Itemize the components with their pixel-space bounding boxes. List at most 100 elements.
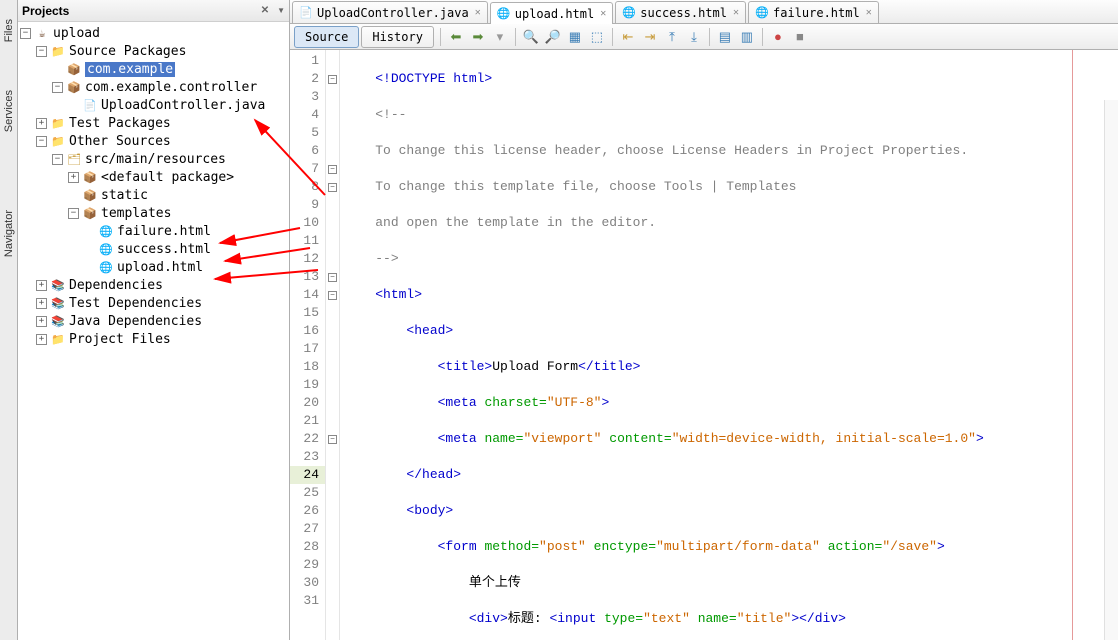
html-file-icon: 🌐 [497,7,511,21]
folder-icon: 📁 [50,133,66,149]
java-file-icon: 📄 [299,6,313,20]
tree-file-controller[interactable]: 📄UploadController.java [18,96,289,114]
collapse-icon[interactable]: − [52,154,63,165]
folder-icon: 🗂 [66,151,82,167]
uncomment-icon[interactable]: ▥ [736,26,758,48]
expand-icon[interactable]: + [36,298,47,309]
tree-java-dependencies[interactable]: +📚Java Dependencies [18,312,289,330]
tree-source-packages[interactable]: −📁Source Packages [18,42,289,60]
bookmark-prev-icon[interactable]: ⤒ [661,26,683,48]
collapse-icon[interactable]: − [36,136,47,147]
projects-panel: Projects ✕ ▼ −☕upload −📁Source Packages … [18,0,290,640]
close-icon[interactable]: ✕ [475,7,481,18]
error-stripe[interactable] [1104,100,1118,640]
tree-root[interactable]: −☕upload [18,24,289,42]
tree-static[interactable]: 📦static [18,186,289,204]
tab-success-html[interactable]: 🌐success.html✕ [615,1,746,23]
expand-icon[interactable]: + [36,280,47,291]
fold-toggle-icon[interactable]: − [328,291,337,300]
collapse-icon[interactable]: − [20,28,31,39]
html-file-icon: 🌐 [622,6,636,20]
collapse-icon[interactable]: − [52,82,63,93]
select-block-icon[interactable]: ⬚ [586,26,608,48]
html-file-icon: 🌐 [755,6,769,20]
tab-failure-html[interactable]: 🌐failure.html✕ [748,1,879,23]
close-icon[interactable]: ✕ [866,7,872,18]
tree-default-pkg[interactable]: +📦<default package> [18,168,289,186]
close-icon[interactable]: ✕ [733,7,739,18]
tree-test-dependencies[interactable]: +📚Test Dependencies [18,294,289,312]
fold-toggle-icon[interactable]: − [328,435,337,444]
code-content[interactable]: <!DOCTYPE html> <!-- To change this lice… [340,50,1118,640]
folder-icon: 📁 [50,331,66,347]
source-tab[interactable]: Source [294,26,359,48]
expand-icon[interactable]: + [36,118,47,129]
shift-left-icon[interactable]: ⇤ [617,26,639,48]
shift-right-icon[interactable]: ⇥ [639,26,661,48]
code-editor[interactable]: 1234567891011121314151617181920212223242… [290,50,1118,640]
stop-macro-icon[interactable]: ■ [789,26,811,48]
expand-icon[interactable]: + [36,316,47,327]
tree-test-packages[interactable]: +📁Test Packages [18,114,289,132]
folder-icon: 📁 [50,43,66,59]
back-icon[interactable]: ⬅ [445,26,467,48]
record-macro-icon[interactable]: ● [767,26,789,48]
tree-file-failure[interactable]: 🌐failure.html [18,222,289,240]
comment-icon[interactable]: ▤ [714,26,736,48]
bookmark-next-icon[interactable]: ⤓ [683,26,705,48]
expand-icon[interactable]: + [68,172,79,183]
package-icon: 📦 [66,61,82,77]
close-icon[interactable]: ✕ [257,5,273,16]
files-vtab[interactable]: Files [1,12,17,49]
html-file-icon: 🌐 [98,259,114,275]
project-tree[interactable]: −☕upload −📁Source Packages 📦com.example … [18,22,289,640]
right-margin-line [1072,50,1073,640]
find-icon[interactable]: 🔍 [520,26,542,48]
tab-upload-html[interactable]: 🌐upload.html✕ [490,2,614,24]
library-icon: 📚 [50,313,66,329]
package-icon: 📦 [82,205,98,221]
expand-icon[interactable]: + [36,334,47,345]
navigator-vtab[interactable]: Navigator [1,203,17,264]
library-icon: 📚 [50,277,66,293]
fold-toggle-icon[interactable]: − [328,183,337,192]
folder-icon: 📁 [50,115,66,131]
close-icon[interactable]: ✕ [600,8,606,19]
line-number-gutter: 1234567891011121314151617181920212223242… [290,50,326,640]
package-icon: 📦 [66,79,82,95]
collapse-icon[interactable]: − [36,46,47,57]
refresh-icon[interactable]: ▾ [489,26,511,48]
tab-uploadcontroller[interactable]: 📄UploadController.java✕ [292,1,488,23]
package-icon: 📦 [82,169,98,185]
html-file-icon: 🌐 [98,241,114,257]
tree-templates[interactable]: −📦templates [18,204,289,222]
dropdown-icon[interactable]: ▼ [277,6,285,15]
fold-toggle-icon[interactable]: − [328,165,337,174]
projects-title: Projects [22,4,69,18]
tree-project-files[interactable]: +📁Project Files [18,330,289,348]
tree-file-upload[interactable]: 🌐upload.html [18,258,289,276]
collapse-icon[interactable]: − [68,208,79,219]
tree-dependencies[interactable]: +📚Dependencies [18,276,289,294]
editor-area: 📄UploadController.java✕ 🌐upload.html✕ 🌐s… [290,0,1118,640]
find-prev-icon[interactable]: 🔎 [542,26,564,48]
projects-header: Projects ✕ ▼ [18,0,289,22]
fold-toggle-icon[interactable]: − [328,273,337,282]
toggle-highlight-icon[interactable]: ▦ [564,26,586,48]
tree-other-sources[interactable]: −📁Other Sources [18,132,289,150]
services-vtab[interactable]: Services [1,83,17,139]
tree-pkg-controller[interactable]: −📦com.example.controller [18,78,289,96]
fold-gutter: − − − − − − [326,50,340,640]
editor-sub-toolbar: Source History ⬅ ➡ ▾ 🔍 🔎 ▦ ⬚ ⇤ ⇥ ⤒ ⤓ ▤ ▥… [290,24,1118,50]
project-icon: ☕ [34,25,50,41]
tree-file-success[interactable]: 🌐success.html [18,240,289,258]
tree-pkg-example[interactable]: 📦com.example [18,60,289,78]
vertical-tab-strip: Files Services Navigator [0,0,18,640]
html-file-icon: 🌐 [98,223,114,239]
forward-icon[interactable]: ➡ [467,26,489,48]
package-icon: 📦 [82,187,98,203]
tree-resources[interactable]: −🗂src/main/resources [18,150,289,168]
history-tab[interactable]: History [361,26,434,48]
fold-toggle-icon[interactable]: − [328,75,337,84]
file-tabs: 📄UploadController.java✕ 🌐upload.html✕ 🌐s… [290,0,1118,24]
